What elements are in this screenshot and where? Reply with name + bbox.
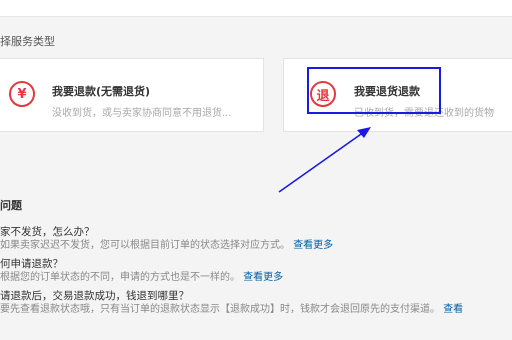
faq-answer-2: 根据您的订单状态的不同，申请的方式也是不一样的。 查看更多 [0, 268, 283, 283]
faq-heading: 问题 [0, 199, 22, 212]
faq-answer-2-text: 根据您的订单状态的不同，申请的方式也是不一样的。 [0, 272, 240, 283]
faq-answer-1: 如果卖家迟迟不发货，您可以根据目前订单的状态选择对应方式。 查看更多 [0, 236, 333, 251]
faq-more-link-3[interactable]: 查看 [443, 304, 463, 315]
faq-answer-3: 要先查看退款状态哦，只有当订单的退款状态显示【退款成功】时，钱款才会退回原先的支… [0, 300, 463, 315]
faq-more-link-1[interactable]: 查看更多 [293, 240, 333, 251]
faq-answer-3-text: 要先查看退款状态哦，只有当订单的退款状态显示【退款成功】时，钱款才会退回原先的支… [0, 304, 440, 315]
faq-answer-1-text: 如果卖家迟迟不发货，您可以根据目前订单的状态选择对应方式。 [0, 240, 290, 251]
faq-more-link-2[interactable]: 查看更多 [243, 272, 283, 283]
